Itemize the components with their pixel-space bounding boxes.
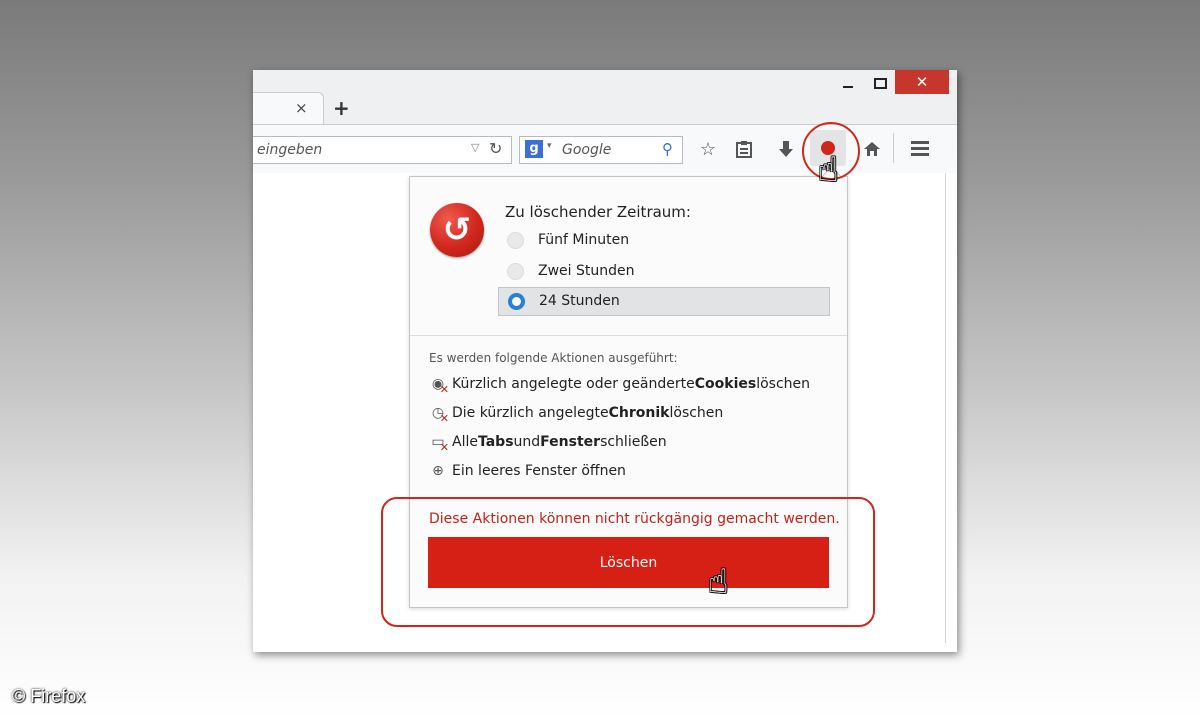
option-five-minutes[interactable]: Fünf Minuten [498,227,828,254]
search-bar[interactable]: g ▾ Google ⚲ [519,136,683,164]
hamburger-menu-icon[interactable] [911,141,929,159]
url-placeholder: eingeben [257,142,323,158]
history-delete-icon: ◷ ✕ [431,405,449,425]
option-label: Zwei Stunden [538,263,635,279]
google-logo-icon[interactable]: g [525,140,543,158]
option-24-hours[interactable]: 24 Stunden [498,287,830,316]
minimize-icon [843,86,853,88]
cookie-delete-icon: ◉ ✕ [431,376,449,396]
action-text: löschen [669,405,724,421]
download-arrow-icon[interactable] [773,136,799,162]
action-history: ◷ ✕ Die kürzlich angelegte Chronik lösche… [429,404,724,425]
action-text: löschen [756,376,811,392]
browser-tab[interactable]: × [253,92,324,125]
close-window-button[interactable]: ✕ [895,70,949,94]
clipboard-icon[interactable] [731,136,757,162]
radio-icon[interactable] [507,232,524,249]
action-bold: Chronik [608,405,670,421]
tab-close-icon[interactable]: × [295,99,308,117]
action-text: und [513,434,541,450]
action-text: schließen [600,434,667,450]
option-label: 24 Stunden [539,293,620,309]
star-icon[interactable]: ☆ [695,136,721,162]
option-label: Fünf Minuten [538,232,630,248]
action-tabs-windows: ▭ ✕ Alle Tabs und Fenster schließen [429,433,667,454]
radio-icon[interactable] [507,263,524,280]
search-icon[interactable]: ⚲ [662,140,673,158]
hand-cursor-icon: ☝ [818,150,839,190]
panel-divider [410,335,847,336]
actions-heading: Es werden folgende Aktionen ausgeführt: [429,351,678,365]
url-dropdown-icon[interactable]: ▽ [471,141,479,154]
action-cookies: ◉ ✕ Kürzlich angelegte oder geänderte Coo… [429,375,811,396]
search-engine-caret-icon[interactable]: ▾ [547,141,552,151]
minimize-button[interactable] [831,70,865,96]
action-bold: Fenster [540,434,601,450]
content-border [945,173,946,643]
window-close-icon: ▭ ✕ [431,434,449,454]
action-text: Alle [452,434,478,450]
home-icon[interactable] [859,136,885,162]
option-two-hours[interactable]: Zwei Stunden [498,258,828,285]
plus-circle-icon: ⊕ [432,463,444,479]
action-bold: Tabs [477,434,514,450]
hand-cursor-icon: ☝ [708,562,729,602]
maximize-icon [873,77,887,89]
timespan-label: Zu löschender Zeitraum: [505,203,691,221]
action-new-window: ⊕ Ein leeres Fenster öffnen [429,462,626,480]
highlight-ring-delete-area [381,497,875,627]
url-bar[interactable]: eingeben ▽ ↻ [253,136,512,164]
action-bold: Cookies [694,376,757,392]
title-bar: ✕ × + [253,70,957,125]
new-tab-button[interactable]: + [333,96,350,120]
search-placeholder: Google [562,142,612,158]
maximize-button[interactable] [865,70,895,96]
action-text: Kürzlich angelegte oder geänderte [452,376,695,392]
image-credit: © Firefox [12,686,86,706]
forget-undo-icon: ↺ [430,203,484,257]
action-text: Ein leeres Fenster öffnen [452,463,626,479]
action-text: Die kürzlich angelegte [452,405,609,421]
reload-icon[interactable]: ↻ [489,139,502,158]
toolbar-separator [893,133,894,163]
radio-selected-icon[interactable] [508,293,525,310]
